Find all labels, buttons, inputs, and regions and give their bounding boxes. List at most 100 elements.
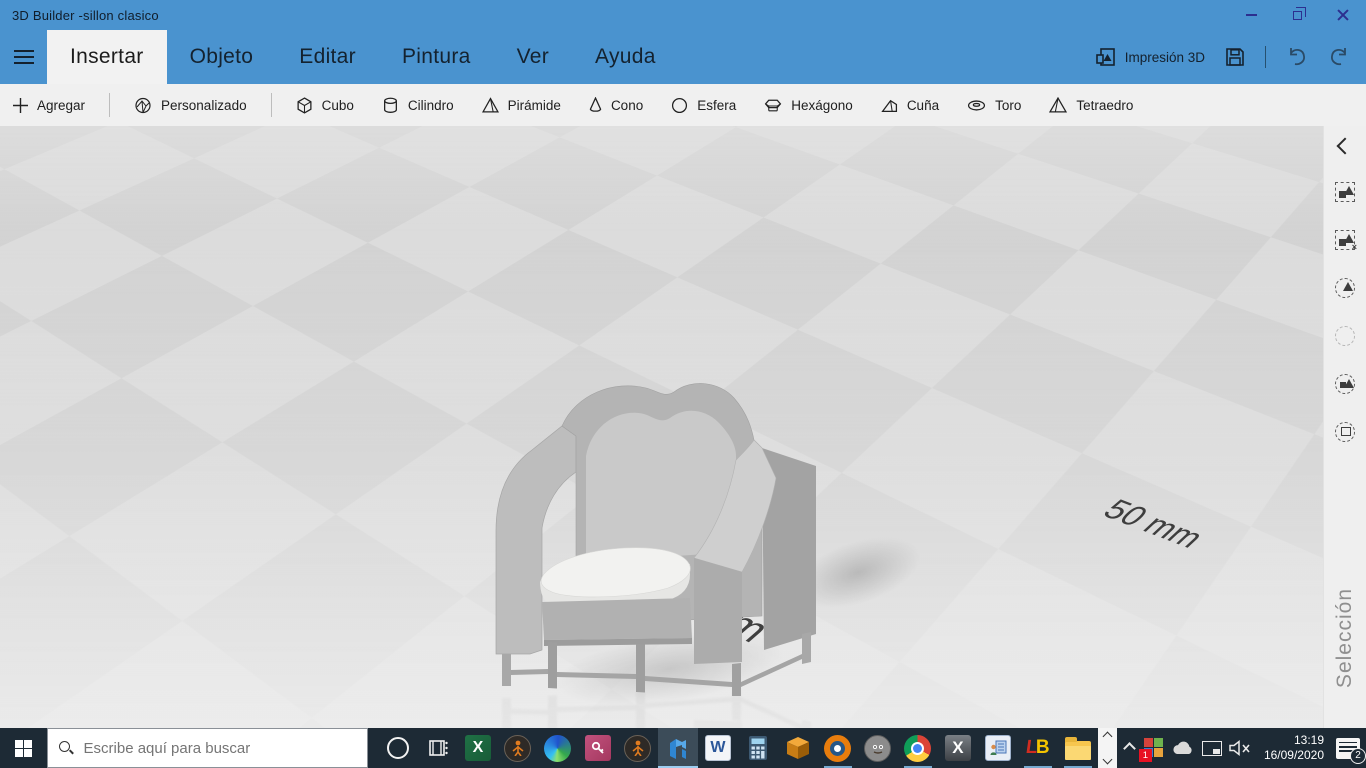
hexagon-icon	[765, 99, 782, 111]
custom-shape-button[interactable]: Personalizado	[120, 84, 261, 126]
chrome-icon	[904, 734, 932, 762]
tab-insertar[interactable]: Insertar	[47, 30, 167, 84]
tray-app-icon[interactable]: 1	[1138, 738, 1164, 762]
taskbar-scroll-strip	[1097, 728, 1117, 768]
clear-selection-icon[interactable]: ×	[1335, 230, 1357, 252]
menu-divider	[1265, 46, 1266, 68]
tray-clock[interactable]: 13:19 16/09/2020	[1258, 733, 1330, 763]
print-3d-button[interactable]: Impresión 3D	[1095, 47, 1205, 67]
start-button[interactable]	[0, 728, 47, 768]
shape-cilindro-button[interactable]: Cilindro	[368, 84, 468, 126]
shape-esfera-button[interactable]: Esfera	[657, 84, 750, 126]
blueprint-person-icon	[984, 735, 1011, 761]
edge-icon	[544, 734, 572, 762]
select-all-icon[interactable]	[1335, 182, 1355, 202]
onedrive-cloud-icon[interactable]	[1170, 739, 1196, 757]
tray-app-badge: 1	[1138, 749, 1152, 762]
sphere-icon	[672, 97, 688, 113]
system-tray: 1 13:19 16/09/2020 2	[1117, 728, 1366, 768]
shape-tetraedro-button[interactable]: Tetraedro	[1035, 84, 1147, 126]
3d-builder-button[interactable]	[657, 728, 698, 768]
figure-app-2-button[interactable]	[618, 728, 658, 768]
shape-piramide-button[interactable]: Pirámide	[468, 84, 575, 126]
x-app-button[interactable]: X	[938, 728, 978, 768]
excel-button[interactable]: X	[458, 728, 498, 768]
taskbar-search[interactable]	[46, 728, 368, 768]
speaker-muted-icon[interactable]	[1228, 739, 1252, 757]
shape-cubo-button[interactable]: Cubo	[282, 84, 368, 126]
lb-app-icon: L B	[1024, 737, 1050, 758]
tray-expand-icon[interactable]	[1123, 741, 1136, 755]
selection-sidebar: × Selección	[1323, 126, 1366, 728]
armchair-model[interactable]	[486, 376, 821, 696]
search-input[interactable]	[83, 739, 344, 757]
shape-label: Cubo	[321, 97, 354, 113]
3d-viewport[interactable]: 50 mm	[0, 126, 1323, 728]
calculator-button[interactable]	[738, 728, 778, 768]
cube-icon	[297, 96, 312, 114]
tab-ver[interactable]: Ver	[494, 30, 572, 84]
add-label: Agregar	[37, 97, 86, 113]
menu-tabs: Insertar Objeto Editar Pintura Ver Ayuda	[47, 30, 679, 84]
custom-shape-label: Personalizado	[161, 97, 247, 113]
save-icon	[1226, 48, 1244, 66]
scroll-up-icon[interactable]	[1102, 731, 1113, 742]
figure-app-button[interactable]	[498, 728, 538, 768]
tab-ayuda[interactable]: Ayuda	[572, 30, 679, 84]
empty-selection-icon[interactable]	[1335, 326, 1355, 346]
add-button[interactable]: Agregar	[0, 84, 99, 126]
group-selection-icon[interactable]	[1335, 374, 1355, 394]
notification-badge: 2	[1350, 747, 1366, 764]
3d-print-icon	[1095, 48, 1115, 66]
tab-pintura[interactable]: Pintura	[379, 30, 494, 84]
collapse-chevron-icon[interactable]	[1336, 137, 1354, 155]
shape-cuna-button[interactable]: Cuña	[867, 84, 953, 126]
window-title: 3D Builder -sillon clasico	[12, 7, 159, 23]
word-button[interactable]: W	[698, 728, 738, 768]
access-button[interactable]	[578, 728, 618, 768]
cortana-button[interactable]	[378, 728, 418, 768]
gimp-button[interactable]	[858, 728, 898, 768]
gimp-icon	[864, 734, 892, 762]
shape-toro-button[interactable]: Toro	[953, 84, 1035, 126]
print-3d-label: Impresión 3D	[1124, 49, 1205, 65]
pyramid-icon	[481, 96, 499, 113]
edge-button[interactable]	[538, 728, 578, 768]
close-button[interactable]	[1320, 0, 1366, 30]
selection-panel-label: Selección	[1333, 587, 1356, 688]
workspace: 50 mm × Selección	[0, 126, 1366, 728]
redo-button[interactable]	[1328, 47, 1350, 67]
shape-hexagono-button[interactable]: Hexágono	[750, 84, 867, 126]
minimize-button[interactable]	[1228, 0, 1274, 30]
shape-label: Hexágono	[791, 97, 853, 113]
shape-cono-button[interactable]: Cono	[575, 84, 657, 126]
shape-label: Cono	[610, 97, 644, 113]
restore-button[interactable]	[1274, 0, 1320, 30]
3d-box-app-button[interactable]	[778, 728, 818, 768]
blueprint-app-button[interactable]	[978, 728, 1018, 768]
cylinder-icon	[383, 97, 397, 113]
windows-logo-icon	[14, 739, 32, 757]
display-tray-icon[interactable]	[1201, 740, 1222, 756]
word-icon: W	[704, 735, 731, 761]
invert-selection-icon[interactable]	[1335, 278, 1355, 298]
task-view-button[interactable]	[418, 728, 458, 768]
blender-icon	[824, 734, 852, 762]
tab-editar[interactable]: Editar	[276, 30, 379, 84]
undo-button[interactable]	[1286, 47, 1308, 67]
title-bar: 3D Builder -sillon clasico	[0, 0, 1366, 30]
search-icon	[58, 740, 74, 756]
blender-button[interactable]	[818, 728, 858, 768]
lb-app-button[interactable]: L B	[1018, 728, 1058, 768]
tetrahedron-icon	[1049, 96, 1068, 112]
hamburger-menu-button[interactable]	[0, 30, 47, 84]
shape-label: Toro	[995, 97, 1022, 113]
chrome-button[interactable]	[898, 728, 938, 768]
notification-center-icon[interactable]: 2	[1336, 737, 1366, 764]
tab-objeto[interactable]: Objeto	[167, 30, 277, 84]
object-selection-icon[interactable]	[1335, 422, 1355, 442]
file-explorer-button[interactable]	[1058, 728, 1098, 768]
scroll-down-icon[interactable]	[1102, 754, 1113, 765]
save-button[interactable]	[1225, 47, 1245, 67]
redo-icon	[1331, 48, 1346, 66]
